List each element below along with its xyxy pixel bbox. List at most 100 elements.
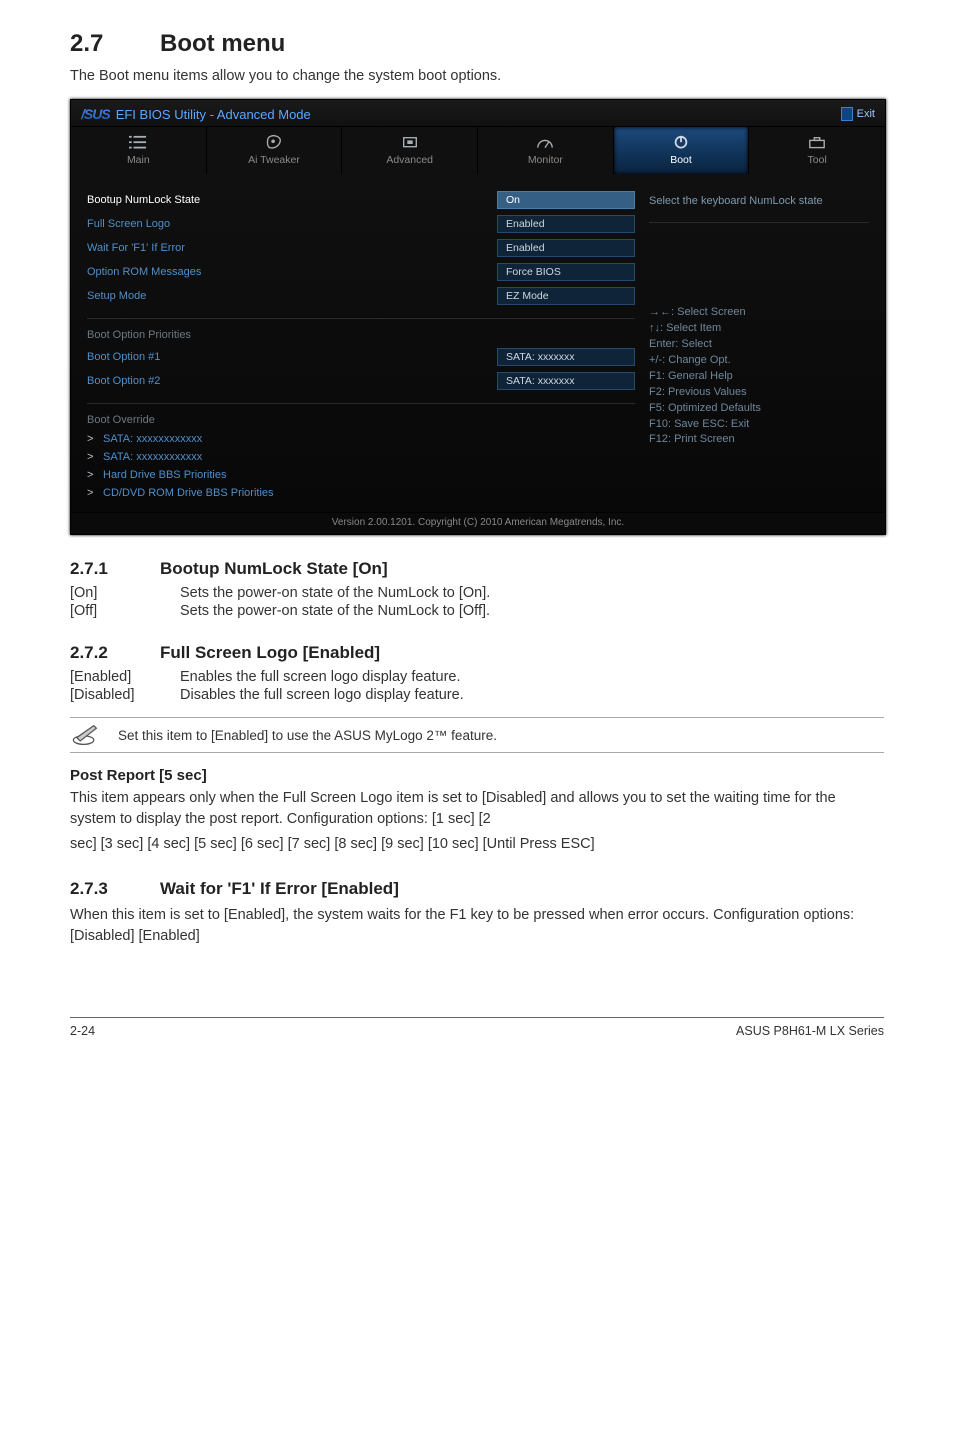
def-term: [Off]: [70, 603, 180, 619]
post-report-heading: Post Report [5 sec]: [70, 767, 884, 784]
tab-ai-tweaker[interactable]: Ai Tweaker: [207, 127, 343, 174]
setting-setup-mode[interactable]: Setup Mode EZ Mode: [87, 284, 635, 308]
mouse-icon: [265, 135, 283, 151]
setting-bootup-numlock-state[interactable]: Bootup NumLock State On: [87, 188, 635, 212]
def-desc: Sets the power-on state of the NumLock t…: [180, 585, 490, 601]
def-desc: Disables the full screen logo display fe…: [180, 687, 464, 703]
chip-icon: [401, 135, 419, 151]
tab-monitor[interactable]: Monitor: [478, 127, 614, 174]
post-report-p1: This item appears only when the Full Scr…: [70, 788, 884, 830]
note-text: Set this item to [Enabled] to use the AS…: [118, 728, 497, 743]
section-lead: The Boot menu items allow you to change …: [70, 68, 884, 84]
def-term: [Enabled]: [70, 669, 180, 685]
list-item-label: SATA: xxxxxxxxxxxx: [103, 433, 202, 445]
toolbox-icon: [808, 135, 826, 151]
setting-full-screen-logo[interactable]: Full Screen Logo Enabled: [87, 212, 635, 236]
setting-value[interactable]: EZ Mode: [497, 287, 635, 305]
key-hint: F12: Print Screen: [649, 432, 869, 448]
tab-main[interactable]: Main: [71, 127, 207, 174]
help-text: Select the keyboard NumLock state: [649, 194, 869, 210]
note-box: Set this item to [Enabled] to use the AS…: [70, 717, 884, 753]
setting-boot-option-2[interactable]: Boot Option #2 SATA: xxxxxxx: [87, 369, 635, 393]
key-hint: F10: Save ESC: Exit: [649, 417, 869, 433]
page-number: 2-24: [70, 1024, 95, 1038]
subsection-heading: 2.7.2Full Screen Logo [Enabled]: [70, 643, 884, 663]
subsection-title: Wait for 'F1' If Error [Enabled]: [160, 879, 399, 898]
section-title: Boot menu: [160, 30, 285, 57]
key-hint: →←: Select Screen: [649, 305, 869, 321]
setting-label: Boot Option #1: [87, 351, 160, 363]
pen-icon: [70, 722, 104, 748]
subsection-title: Bootup NumLock State [On]: [160, 559, 388, 578]
key-hint: Enter: Select: [649, 337, 869, 353]
brand-logo: /SUS: [81, 106, 110, 122]
def-term: [Disabled]: [70, 687, 180, 703]
setting-value[interactable]: SATA: xxxxxxx: [497, 348, 635, 366]
override-cd-dvd-bbs[interactable]: > CD/DVD ROM Drive BBS Priorities: [87, 484, 635, 502]
tab-label: Main: [127, 154, 150, 166]
bios-window: /SUS EFI BIOS Utility - Advanced Mode Ex…: [70, 99, 886, 535]
def-desc: Enables the full screen logo display fea…: [180, 669, 461, 685]
setting-boot-option-1[interactable]: Boot Option #1 SATA: xxxxxxx: [87, 345, 635, 369]
key-hint: +/-: Change Opt.: [649, 353, 869, 369]
subsection-number: 2.7.3: [70, 879, 160, 899]
tab-advanced[interactable]: Advanced: [342, 127, 478, 174]
list-item-label: Hard Drive BBS Priorities: [103, 469, 226, 481]
override-sata-1[interactable]: > SATA: xxxxxxxxxxxx: [87, 430, 635, 448]
chevron-right-icon: >: [87, 433, 99, 445]
exit-button[interactable]: Exit: [841, 107, 875, 121]
tab-tool[interactable]: Tool: [749, 127, 885, 174]
key-hint: F2: Previous Values: [649, 385, 869, 401]
key-hint: F5: Optimized Defaults: [649, 401, 869, 417]
subsection-number: 2.7.2: [70, 643, 160, 663]
bios-title: EFI BIOS Utility - Advanced Mode: [116, 107, 311, 122]
setting-option-rom-messages[interactable]: Option ROM Messages Force BIOS: [87, 260, 635, 284]
product-name: ASUS P8H61-M LX Series: [736, 1024, 884, 1038]
chevron-right-icon: >: [87, 451, 99, 463]
setting-value[interactable]: On: [497, 191, 635, 209]
bios-footer: Version 2.00.1201. Copyright (C) 2010 Am…: [71, 512, 885, 534]
key-hint: F1: General Help: [649, 369, 869, 385]
subsection-heading: 2.7.1Bootup NumLock State [On]: [70, 559, 884, 579]
exit-label: Exit: [857, 108, 875, 120]
section-heading: 2.7Boot menu: [70, 30, 884, 58]
section-number: 2.7: [70, 30, 160, 58]
group-boot-override: Boot Override: [87, 414, 635, 426]
setting-label: Boot Option #2: [87, 375, 160, 387]
subsection-number: 2.7.1: [70, 559, 160, 579]
key-hints: →←: Select Screen ↑↓: Select Item Enter:…: [649, 305, 869, 448]
tab-label: Monitor: [528, 154, 563, 166]
tab-label: Tool: [808, 154, 827, 166]
list-item-label: CD/DVD ROM Drive BBS Priorities: [103, 487, 274, 499]
tab-label: Advanced: [386, 154, 433, 166]
tab-label: Ai Tweaker: [248, 154, 300, 166]
override-sata-2[interactable]: > SATA: xxxxxxxxxxxx: [87, 448, 635, 466]
exit-icon: [841, 107, 853, 121]
setting-label: Full Screen Logo: [87, 218, 170, 230]
subsection-title: Full Screen Logo [Enabled]: [160, 643, 380, 662]
post-report-p2: sec] [3 sec] [4 sec] [5 sec] [6 sec] [7 …: [70, 834, 884, 855]
list-item-label: SATA: xxxxxxxxxxxx: [103, 451, 202, 463]
key-hint: ↑↓: Select Item: [649, 321, 869, 337]
power-icon: [672, 135, 690, 151]
setting-label: Option ROM Messages: [87, 266, 201, 278]
chevron-right-icon: >: [87, 469, 99, 481]
setting-wait-f1-error[interactable]: Wait For 'F1' If Error Enabled: [87, 236, 635, 260]
def-desc: Sets the power-on state of the NumLock t…: [180, 603, 490, 619]
chevron-right-icon: >: [87, 487, 99, 499]
setting-label: Bootup NumLock State: [87, 194, 200, 206]
setting-value[interactable]: Enabled: [497, 239, 635, 257]
setting-value[interactable]: Force BIOS: [497, 263, 635, 281]
subsection-heading: 2.7.3Wait for 'F1' If Error [Enabled]: [70, 879, 884, 899]
override-hard-drive-bbs[interactable]: > Hard Drive BBS Priorities: [87, 466, 635, 484]
subsection-body: When this item is set to [Enabled], the …: [70, 905, 884, 947]
gauge-icon: [536, 135, 554, 151]
setting-label: Setup Mode: [87, 290, 146, 302]
setting-value[interactable]: Enabled: [497, 215, 635, 233]
setting-value[interactable]: SATA: xxxxxxx: [497, 372, 635, 390]
setting-label: Wait For 'F1' If Error: [87, 242, 185, 254]
tab-label: Boot: [670, 154, 692, 166]
tab-boot[interactable]: Boot: [614, 127, 750, 174]
list-icon: [129, 135, 147, 151]
def-term: [On]: [70, 585, 180, 601]
